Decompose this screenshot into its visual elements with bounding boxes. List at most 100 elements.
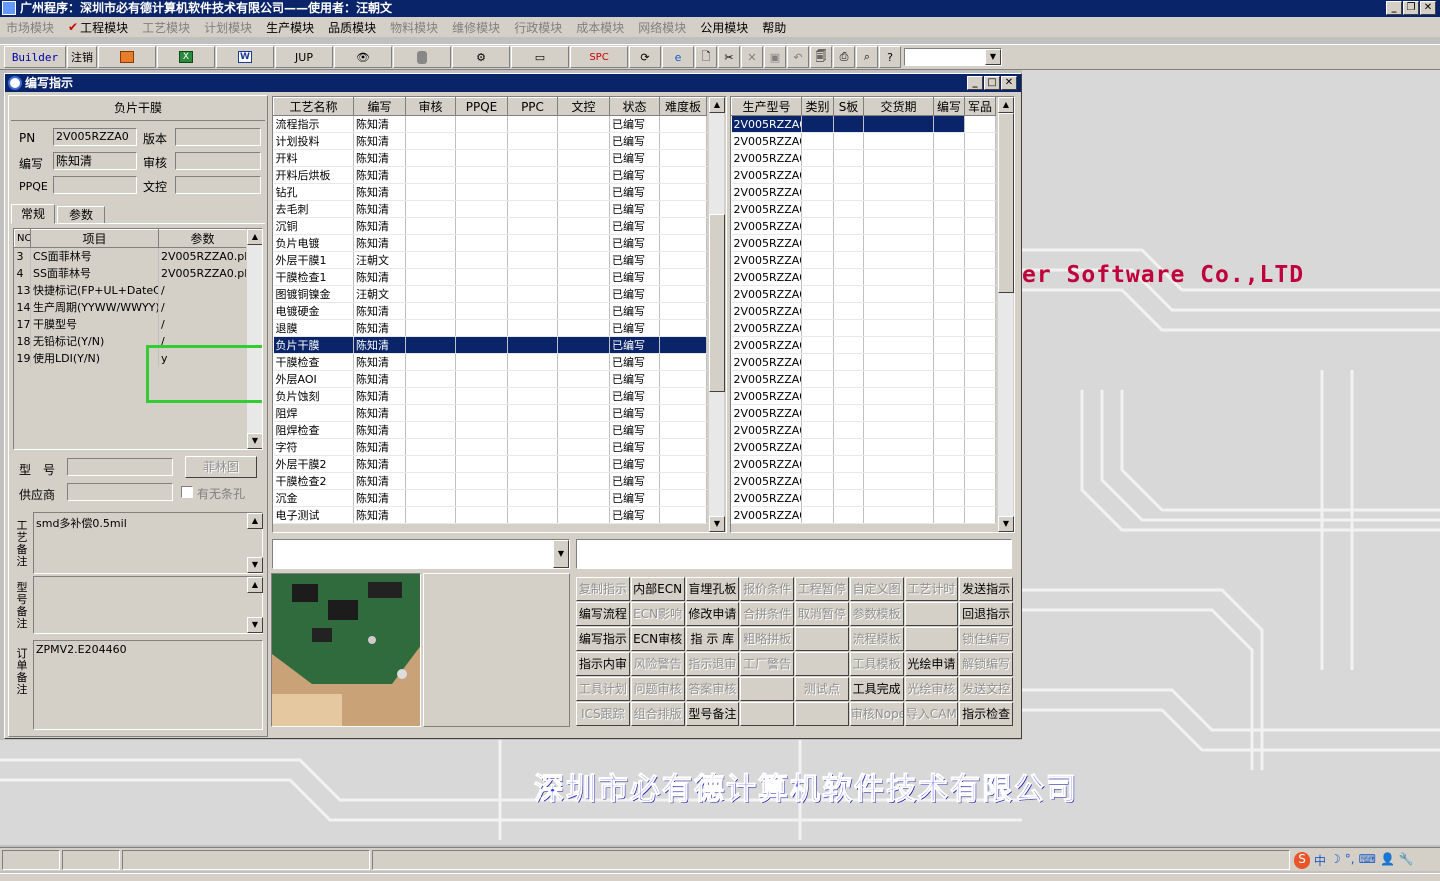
- scroll-down-icon[interactable]: ▼: [709, 516, 725, 532]
- jup-button[interactable]: JUP: [275, 46, 333, 68]
- menu-item-4[interactable]: 生产模块: [266, 19, 314, 36]
- action-button-3-6[interactable]: 光绘申请: [904, 652, 959, 676]
- action-button-1-2[interactable]: 修改申请: [685, 602, 740, 626]
- param-row[interactable]: 14 生产周期(YYWW/WWYY) /: [14, 298, 247, 316]
- action-button-3-1[interactable]: 风险警告: [630, 652, 685, 676]
- wrench-icon[interactable]: 🔧: [1399, 852, 1414, 869]
- menu-item-7[interactable]: 维修模块: [452, 19, 500, 36]
- production-row[interactable]: 2V005RZZA0: [731, 472, 996, 490]
- process-col-header[interactable]: 工艺名称: [273, 97, 354, 116]
- production-row[interactable]: 2V005RZZA0: [731, 455, 996, 473]
- supplier-field[interactable]: [67, 483, 173, 501]
- computer-button[interactable]: ▭: [511, 46, 569, 68]
- process-row[interactable]: 阻焊检查 陈知清 已编写: [273, 421, 707, 439]
- action-button-0-6[interactable]: 工艺计时: [904, 577, 959, 601]
- param-row[interactable]: 4 SS面菲林号 2V005RZZA0.plr: [14, 264, 247, 282]
- action-button-2-0[interactable]: 编写指示: [576, 627, 630, 651]
- database-button[interactable]: [393, 46, 451, 68]
- refresh-button[interactable]: ⟳: [629, 46, 661, 68]
- process-row[interactable]: 负片蚀刻 陈知清 已编写: [273, 387, 707, 405]
- action-button-1-1[interactable]: ECN影响: [630, 602, 685, 626]
- eye-button[interactable]: 👁: [334, 46, 392, 68]
- process-row[interactable]: 去毛刺 陈知清 已编写: [273, 200, 707, 218]
- production-row[interactable]: 2V005RZZA0: [731, 387, 996, 405]
- process-row[interactable]: 沉金 陈知清 已编写: [273, 489, 707, 507]
- menu-item-2[interactable]: 工艺模块: [142, 19, 190, 36]
- production-scrollbar[interactable]: ▲ ▼: [997, 97, 1014, 532]
- action-button-5-4[interactable]: [795, 702, 849, 726]
- find-button[interactable]: ⌕: [856, 46, 878, 68]
- scroll-up-icon[interactable]: ▲: [247, 577, 263, 593]
- action-button-5-5[interactable]: 审核Nope: [849, 702, 904, 726]
- scroll-up-icon[interactable]: ▲: [247, 229, 262, 245]
- param-row[interactable]: 3 CS面菲林号 2V005RZZA0.plr: [14, 247, 247, 265]
- print-button[interactable]: ⎙: [833, 46, 855, 68]
- process-row[interactable]: 退膜 陈知清 已编写: [273, 319, 707, 337]
- production-row[interactable]: 2V005RZZA0: [731, 353, 996, 371]
- process-row[interactable]: 开料 陈知清 已编写: [273, 149, 707, 167]
- production-row[interactable]: 2V005RZZA0: [731, 336, 996, 354]
- preview-button[interactable]: 🗐: [810, 46, 832, 68]
- action-button-4-1[interactable]: 问题审核: [630, 677, 685, 701]
- tab-params[interactable]: 参数: [57, 206, 105, 224]
- process-row[interactable]: 外层干膜2 陈知清 已编写: [273, 455, 707, 473]
- action-button-3-4[interactable]: [795, 652, 849, 676]
- production-row[interactable]: 2V005RZZA0: [731, 268, 996, 286]
- action-button-4-2[interactable]: 答案审核: [685, 677, 740, 701]
- process-scroll-thumb[interactable]: [709, 214, 725, 392]
- action-button-0-7[interactable]: 发送指示: [959, 577, 1013, 601]
- action-button-3-3[interactable]: 工厂警告: [740, 652, 794, 676]
- process-row[interactable]: 外层干膜1 汪朝文 已编写: [273, 251, 707, 269]
- col-header-item[interactable]: 项目: [30, 229, 159, 248]
- process-row[interactable]: 沉铜 陈知清 已编写: [273, 217, 707, 235]
- process-row[interactable]: 开料后烘板 陈知清 已编写: [273, 166, 707, 184]
- param-row[interactable]: 17 干膜型号 /: [14, 315, 247, 333]
- action-button-1-6[interactable]: [904, 602, 959, 626]
- word-button[interactable]: W: [216, 46, 274, 68]
- menu-item-6[interactable]: 物料模块: [390, 19, 438, 36]
- action-button-0-2[interactable]: 盲埋孔板: [685, 577, 740, 601]
- action-button-4-4[interactable]: 测试点: [795, 677, 849, 701]
- keyboard-icon[interactable]: ⌨: [1359, 852, 1376, 869]
- punctuation-icon[interactable]: °,: [1345, 852, 1355, 869]
- action-button-2-1[interactable]: ECN审核: [630, 627, 685, 651]
- production-row[interactable]: 2V005RZZA0: [731, 319, 996, 337]
- save-button[interactable]: ▣: [764, 46, 786, 68]
- process-row[interactable]: 干膜检查2 陈知清 已编写: [273, 472, 707, 490]
- ime-toolbar[interactable]: S 中 ☽ °, ⌨ 👤 🔧: [1294, 852, 1414, 869]
- production-row[interactable]: 2V005RZZA0: [731, 132, 996, 150]
- action-button-5-2[interactable]: 型号备注: [685, 702, 740, 726]
- scroll-up-icon[interactable]: ▲: [247, 513, 263, 529]
- action-button-0-1[interactable]: 内部ECN: [630, 577, 685, 601]
- action-button-3-0[interactable]: 指示内审: [576, 652, 630, 676]
- action-button-3-2[interactable]: 指示退审: [685, 652, 740, 676]
- production-row[interactable]: 2V005RZZA0: [731, 506, 996, 524]
- excel-button[interactable]: X: [157, 46, 215, 68]
- chevron-down-icon[interactable]: ▼: [553, 540, 569, 568]
- production-row[interactable]: 2V005RZZA0: [731, 200, 996, 218]
- production-col-header[interactable]: 生产型号: [731, 97, 802, 116]
- menu-item-9[interactable]: 成本模块: [576, 19, 624, 36]
- process-row[interactable]: 负片干膜 陈知清 已编写: [273, 336, 707, 354]
- window-maximize-button[interactable]: □: [984, 76, 1000, 90]
- version-field[interactable]: [175, 128, 261, 146]
- action-button-5-3[interactable]: [740, 702, 794, 726]
- action-button-1-4[interactable]: 取消暂停: [795, 602, 849, 626]
- action-button-0-3[interactable]: 报价条件: [740, 577, 794, 601]
- close-button[interactable]: ✕: [1420, 1, 1436, 15]
- col-header-value[interactable]: 参数: [158, 229, 247, 248]
- process-row[interactable]: 电子测试 陈知清 已编写: [273, 506, 707, 524]
- production-scroll-thumb[interactable]: [998, 113, 1014, 293]
- action-button-0-0[interactable]: 复制指示: [576, 577, 630, 601]
- action-button-4-7[interactable]: 发送文控: [959, 677, 1013, 701]
- action-button-5-1[interactable]: 组合排版: [630, 702, 685, 726]
- menu-item-10[interactable]: 网络模块: [638, 19, 686, 36]
- process-row[interactable]: 流程指示 陈知清 已编写: [273, 115, 707, 133]
- action-button-5-6[interactable]: 导入CAM: [904, 702, 959, 726]
- scroll-down-icon[interactable]: ▼: [247, 617, 263, 633]
- scroll-down-icon[interactable]: ▼: [247, 433, 262, 449]
- process-row[interactable]: 干膜检查 陈知清 已编写: [273, 353, 707, 371]
- action-button-1-5[interactable]: 参数模板: [849, 602, 904, 626]
- process-col-header[interactable]: PPC: [507, 97, 558, 116]
- action-button-3-5[interactable]: 工具模板: [849, 652, 904, 676]
